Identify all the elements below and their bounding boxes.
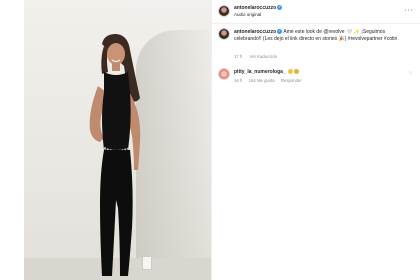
comment-text: pitty_la_numerologa_ (234, 69, 300, 75)
more-options-icon[interactable]: ··· (405, 7, 414, 14)
emoji-icon (294, 69, 300, 75)
audio-label[interactable]: Audio original (234, 12, 261, 17)
commenter-username[interactable]: pitty_la_numerologa_ (234, 69, 286, 75)
author-username-text[interactable]: antonelaroccuzzo (234, 5, 276, 11)
caption-username[interactable]: antonelaroccuzzo (234, 29, 276, 35)
caption-time: 17 h (234, 54, 243, 59)
comment-meta: 16 h 164 Me gusta Responder (234, 78, 307, 83)
commenter-avatar[interactable] (218, 68, 230, 80)
reply-button[interactable]: Responder (281, 78, 302, 83)
post-photo[interactable] (24, 0, 211, 280)
caption-avatar[interactable] (218, 28, 230, 40)
caption-text: antonelaroccuzzo ✓ Amé este look de @revo… (234, 29, 412, 43)
verified-badge-icon: ✓ (277, 29, 283, 35)
post-details-panel: antonelaroccuzzo ✓ Audio original ··· ant… (211, 0, 420, 280)
emoji-icon (288, 69, 294, 75)
woman-figure (89, 34, 141, 276)
heart-icon[interactable]: ♡ (409, 71, 413, 77)
author-avatar[interactable] (218, 5, 230, 17)
comment-time: 16 h (234, 78, 243, 83)
comment-likes[interactable]: 164 Me gusta (249, 78, 275, 83)
post-header: antonelaroccuzzo ✓ Audio original ··· (212, 0, 420, 24)
see-translation-link[interactable]: Ver traducción (250, 54, 277, 59)
instagram-post-view: antonelaroccuzzo ✓ Audio original ··· ant… (0, 0, 420, 280)
caption-meta: 17 h Ver traducción (234, 54, 283, 59)
author-username[interactable]: antonelaroccuzzo ✓ (234, 5, 283, 11)
verified-badge-icon: ✓ (277, 5, 283, 11)
